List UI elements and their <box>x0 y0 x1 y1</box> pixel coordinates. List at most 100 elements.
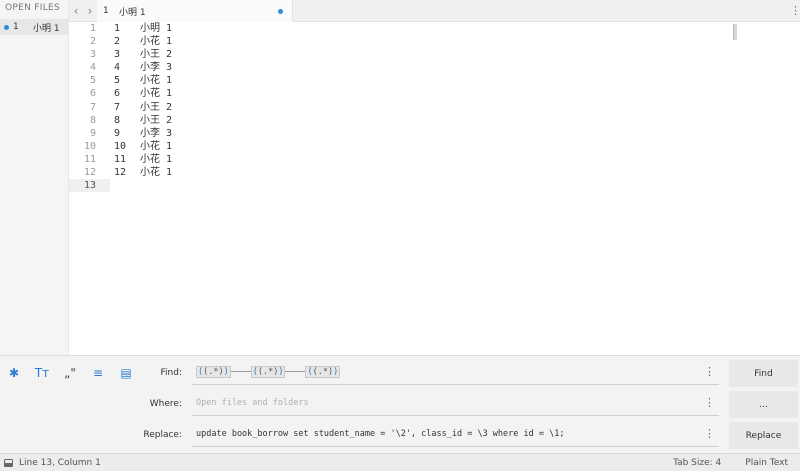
regex-connector <box>285 371 306 372</box>
code-text: 小李 3 <box>140 127 173 139</box>
code-id: 12 <box>114 167 127 179</box>
regex-group-token: ((.*)) <box>305 365 341 378</box>
case-sensitive-icon[interactable]: Tт <box>28 366 56 380</box>
tab-title: 小明 1 <box>119 7 146 18</box>
regex-connector <box>230 371 251 372</box>
replace-button[interactable]: Replace <box>729 422 798 449</box>
syntax-indicator[interactable]: Plain Text <box>745 458 788 468</box>
code-line[interactable]: 11 小花 1 <box>110 153 800 166</box>
code-text: 小花 1 <box>140 36 173 48</box>
line-number: 8 <box>89 114 96 126</box>
replace-label: Replace: <box>143 430 182 440</box>
code-id: 7 <box>114 101 121 113</box>
code-id: 9 <box>114 127 121 139</box>
unsaved-dot-icon[interactable] <box>278 8 283 14</box>
line-number: 10 <box>83 140 96 152</box>
code-line[interactable] <box>110 179 800 192</box>
unsaved-dot-icon <box>4 24 9 30</box>
line-number: 13 <box>69 179 110 193</box>
code-line[interactable]: 7 小王 2 <box>110 101 800 114</box>
code-line[interactable]: 9 小李 3 <box>110 127 800 140</box>
where-placeholder: Open files and folders <box>196 397 309 408</box>
code-line[interactable]: 5 小花 1 <box>110 74 800 87</box>
line-number: 7 <box>89 101 96 113</box>
status-bar: Line 13, Column 1 Tab Size: 4 Plain Text <box>0 453 800 471</box>
replace-input[interactable]: update book_borrow set student_name = '\… <box>192 421 719 447</box>
find-button[interactable]: Find <box>729 360 798 387</box>
code-line[interactable]: 8 小王 2 <box>110 114 800 127</box>
code-id: 10 <box>114 140 127 152</box>
code-text: 小李 3 <box>140 62 173 74</box>
regex-group-token: ((.*)) <box>196 365 231 378</box>
line-number: 5 <box>89 75 96 87</box>
find-field-menu-icon[interactable]: ⋮ <box>704 359 715 385</box>
code-id: 6 <box>114 88 121 100</box>
forward-arrow-icon[interactable]: › <box>88 4 93 18</box>
code-text: 小王 2 <box>140 49 173 61</box>
status-right: Tab Size: 4 Plain Text <box>673 454 788 471</box>
tab-file[interactable]: 1 小明 1 <box>97 0 293 22</box>
where-field-menu-icon[interactable]: ⋮ <box>704 390 715 416</box>
tab-bar: ‹ › 1 小明 1 ⋮ <box>69 0 800 22</box>
code-line[interactable]: 10 小花 1 <box>110 140 800 153</box>
code-line[interactable]: 3 小王 2 <box>110 48 800 61</box>
replace-field-menu-icon[interactable]: ⋮ <box>704 421 715 447</box>
status-left: Line 13, Column 1 <box>4 454 101 471</box>
code-id: 2 <box>114 36 121 48</box>
code-id: 4 <box>114 62 121 74</box>
line-number: 4 <box>89 62 96 74</box>
code-line[interactable]: 1 小明 1 <box>110 22 800 35</box>
code-text: 小明 1 <box>140 23 173 34</box>
sidebar-file-number: 1 <box>13 22 19 32</box>
code-text: 小花 1 <box>140 153 173 165</box>
code-text: 小王 2 <box>140 101 173 113</box>
code-text: 小花 1 <box>140 167 173 179</box>
tab-size-indicator[interactable]: Tab Size: 4 <box>673 458 721 468</box>
code-id: 11 <box>114 153 127 165</box>
line-number: 2 <box>89 36 96 48</box>
code-area[interactable]: 1 小明 1 2 小花 1 3 小王 2 4 小李 3 5 小花 1 6 小花 1 7 小王 2 8 小王 2… <box>110 22 800 192</box>
whole-word-icon[interactable]: „" <box>56 366 84 380</box>
find-replace-panel: ✱ Tт „" ≡ ▤ Find: ((.*)) ((.*)) ((.*)) ⋮… <box>0 355 800 453</box>
code-text: 小王 2 <box>140 114 173 126</box>
code-line[interactable]: 4 小李 3 <box>110 61 800 74</box>
sidebar-open-file[interactable]: 1 小明 1 <box>0 19 69 35</box>
where-label: Where: <box>149 399 182 409</box>
where-input[interactable]: Open files and folders ⋮ <box>192 390 719 416</box>
line-number-gutter: 1 2 3 4 5 6 7 8 9 10 11 12 13 <box>69 22 110 355</box>
editor[interactable]: 1 2 3 4 5 6 7 8 9 10 11 12 13 1 小明 1 2 小花 1 3 小王 2 4 小李 35小… <box>69 22 800 355</box>
line-number: 3 <box>89 49 96 61</box>
line-number: 1 <box>89 23 96 34</box>
line-number: 6 <box>89 88 96 100</box>
code-line[interactable]: 2 小花 1 <box>110 35 800 48</box>
regex-toggle-icon[interactable]: ✱ <box>0 366 28 380</box>
code-line[interactable]: 6 小花 1 <box>110 87 800 100</box>
find-input[interactable]: ((.*)) ((.*)) ((.*)) ⋮ <box>192 359 719 385</box>
wrap-icon[interactable]: ≡ <box>84 366 112 380</box>
panel-toggle-icon[interactable] <box>4 459 13 467</box>
find-label: Find: <box>160 368 182 378</box>
line-number: 9 <box>89 127 96 139</box>
code-text: 小花 1 <box>140 140 173 152</box>
cursor-position: Line 13, Column 1 <box>19 458 101 468</box>
find-options: ✱ Tт „" ≡ ▤ <box>0 356 140 390</box>
code-id: 3 <box>114 49 121 61</box>
back-arrow-icon[interactable]: ‹ <box>74 4 79 18</box>
code-line[interactable]: 12 小花 1 <box>110 166 800 179</box>
code-id: 1 <box>114 23 121 34</box>
sidebar-file-name: 小明 1 <box>33 23 60 34</box>
replace-value: update book_borrow set student_name = '\… <box>196 428 565 439</box>
code-id: 5 <box>114 75 121 87</box>
code-text: 小花 1 <box>140 88 173 100</box>
tab-menu-icon[interactable]: ⋮ <box>790 0 800 22</box>
code-id: 8 <box>114 114 121 126</box>
code-text: 小花 1 <box>140 75 173 87</box>
line-number: 12 <box>83 167 96 179</box>
regex-group-token: ((.*)) <box>250 365 286 378</box>
tab-number: 1 <box>103 6 109 16</box>
where-options-button[interactable]: ... <box>729 391 798 418</box>
minimap-scrollbar[interactable] <box>733 24 737 40</box>
line-number: 11 <box>83 153 96 165</box>
nav-arrows: ‹ › <box>69 0 97 22</box>
sidebar: OPEN FILES 1 小明 1 <box>0 0 69 355</box>
